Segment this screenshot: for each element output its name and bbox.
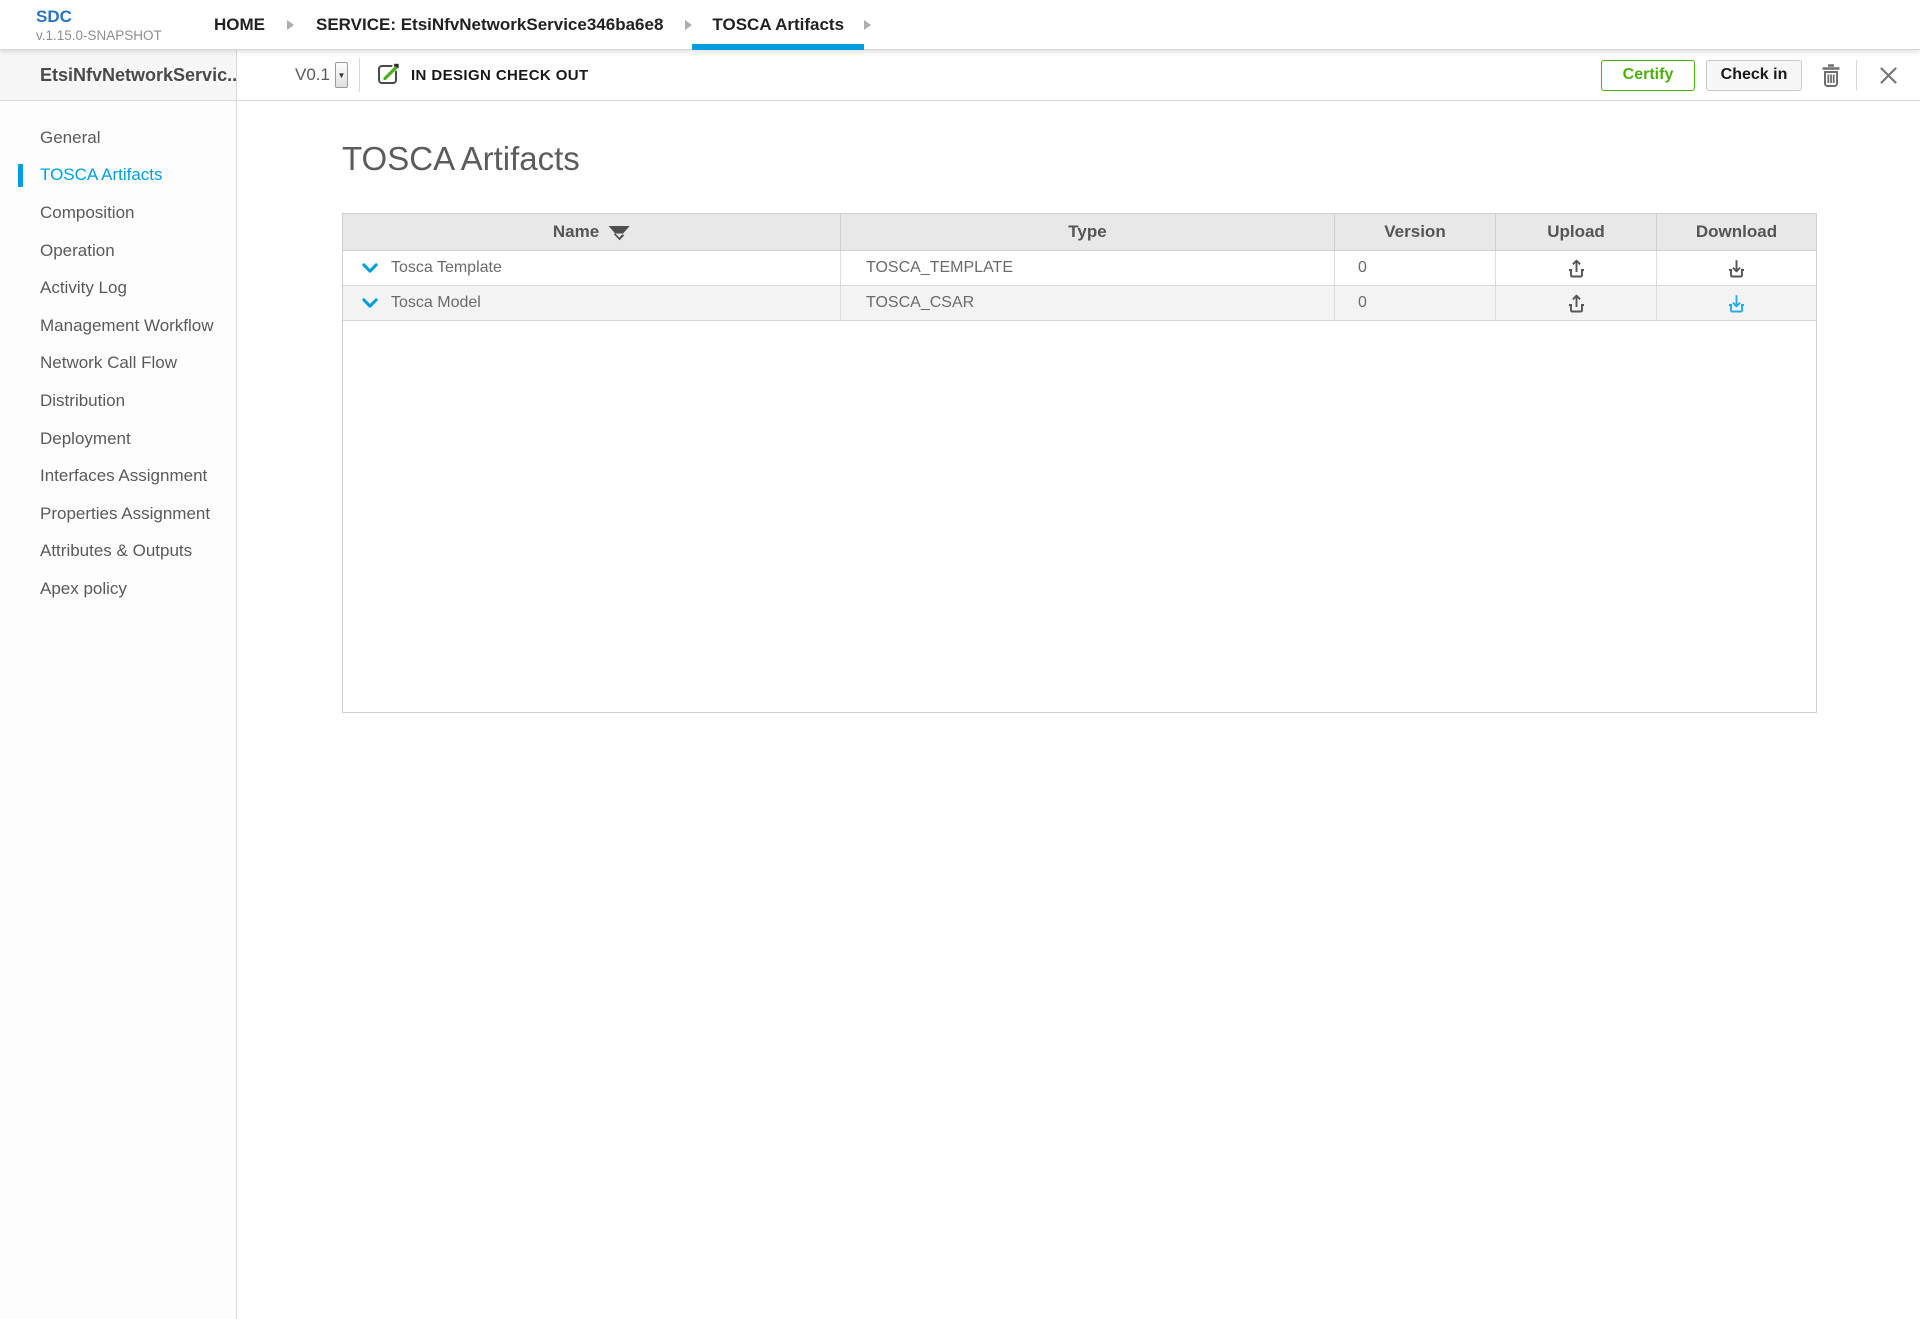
in-design-edit-icon <box>375 62 401 88</box>
upload-icon[interactable] <box>1567 293 1586 314</box>
top-navigation-bar: SDC v.1.15.0-SNAPSHOT HOME SERVICE: Etsi… <box>0 0 1920 50</box>
column-header-download[interactable]: Download <box>1657 214 1816 250</box>
trash-icon <box>1819 62 1843 89</box>
breadcrumb: HOME SERVICE: EtsiNfvNetworkService346ba… <box>214 0 893 50</box>
sidebar-item-composition[interactable]: Composition <box>0 194 236 232</box>
artifact-type: TOSCA_TEMPLATE <box>841 251 1335 285</box>
column-header-upload[interactable]: Upload <box>1496 214 1657 250</box>
breadcrumb-arrow-icon <box>685 20 692 30</box>
sidebar-item-network-call-flow[interactable]: Network Call Flow <box>0 345 236 383</box>
sidebar-item-attributes-outputs[interactable]: Attributes & Outputs <box>0 533 236 571</box>
breadcrumb-home[interactable]: HOME <box>214 15 265 35</box>
artifact-name: Tosca Template <box>391 259 502 277</box>
expand-chevron-icon[interactable] <box>362 263 378 274</box>
sidebar-item-apex-policy[interactable]: Apex policy <box>0 570 236 608</box>
page-title: TOSCA Artifacts <box>342 138 1920 180</box>
artifact-version: 0 <box>1335 251 1496 285</box>
artifact-version: 0 <box>1335 286 1496 320</box>
column-header-version[interactable]: Version <box>1335 214 1496 250</box>
toolbar-divider <box>359 58 360 92</box>
download-icon[interactable] <box>1727 258 1746 279</box>
close-icon <box>1879 66 1898 85</box>
sort-icon <box>608 226 630 239</box>
sdc-logo[interactable]: SDC v.1.15.0-SNAPSHOT <box>36 8 162 44</box>
column-header-type[interactable]: Type <box>841 214 1335 250</box>
expand-chevron-icon[interactable] <box>362 298 378 309</box>
sidebar-item-management-workflow[interactable]: Management Workflow <box>0 307 236 345</box>
delete-button[interactable] <box>1819 62 1843 89</box>
version-value: V0.1 <box>295 65 330 85</box>
artifact-name: Tosca Model <box>391 294 481 312</box>
table-body: Tosca Template TOSCA_TEMPLATE 0 <box>343 251 1816 321</box>
sidebar-item-properties-assignment[interactable]: Properties Assignment <box>0 495 236 533</box>
status-text: IN DESIGN CHECK OUT <box>411 67 589 84</box>
upload-icon[interactable] <box>1567 258 1586 279</box>
tosca-artifacts-table: Name Type Version Upload Download Tosca … <box>342 213 1817 713</box>
column-header-name[interactable]: Name <box>343 214 841 250</box>
table-header-row: Name Type Version Upload Download <box>343 214 1816 251</box>
lifecycle-status: IN DESIGN CHECK OUT <box>375 62 589 88</box>
table-row: Tosca Model TOSCA_CSAR 0 <box>343 286 1816 321</box>
sidebar-menu: GeneralTOSCA ArtifactsCompositionOperati… <box>0 101 236 608</box>
close-button[interactable] <box>1879 66 1898 85</box>
workspace-toolbar: V0.1 ▼ IN DESIGN CHECK OUT Certify Check… <box>238 50 1920 101</box>
version-selector[interactable]: V0.1 ▼ <box>295 62 348 88</box>
sidebar-item-tosca-artifacts[interactable]: TOSCA Artifacts <box>0 157 236 195</box>
left-panel: EtsiNfvNetworkServic... GeneralTOSCA Art… <box>0 50 237 1319</box>
sidebar-item-interfaces-assignment[interactable]: Interfaces Assignment <box>0 457 236 495</box>
sdc-build-version: v.1.15.0-SNAPSHOT <box>36 29 162 44</box>
sidebar-item-distribution[interactable]: Distribution <box>0 382 236 420</box>
breadcrumb-tosca-artifacts[interactable]: TOSCA Artifacts <box>692 0 864 50</box>
breadcrumb-service[interactable]: SERVICE: EtsiNfvNetworkService346ba6e8 <box>316 15 663 35</box>
check-in-button[interactable]: Check in <box>1706 60 1802 91</box>
main-content: TOSCA Artifacts Name Type Version Upload… <box>238 101 1920 1319</box>
breadcrumb-arrow-icon <box>287 20 294 30</box>
sidebar-item-general[interactable]: General <box>0 119 236 157</box>
toolbar-divider <box>1856 60 1857 90</box>
table-empty-area <box>343 321 1816 712</box>
service-name-header: EtsiNfvNetworkServic... <box>0 50 236 101</box>
sdc-logo-text: SDC <box>36 8 162 27</box>
download-icon[interactable] <box>1727 293 1746 314</box>
sidebar-item-deployment[interactable]: Deployment <box>0 420 236 458</box>
table-row: Tosca Template TOSCA_TEMPLATE 0 <box>343 251 1816 286</box>
sidebar-item-activity-log[interactable]: Activity Log <box>0 269 236 307</box>
breadcrumb-arrow-icon <box>864 20 871 30</box>
version-dropdown-stepper-icon[interactable]: ▼ <box>335 62 348 88</box>
sidebar-item-operation[interactable]: Operation <box>0 232 236 270</box>
artifact-type: TOSCA_CSAR <box>841 286 1335 320</box>
certify-button[interactable]: Certify <box>1601 60 1695 91</box>
